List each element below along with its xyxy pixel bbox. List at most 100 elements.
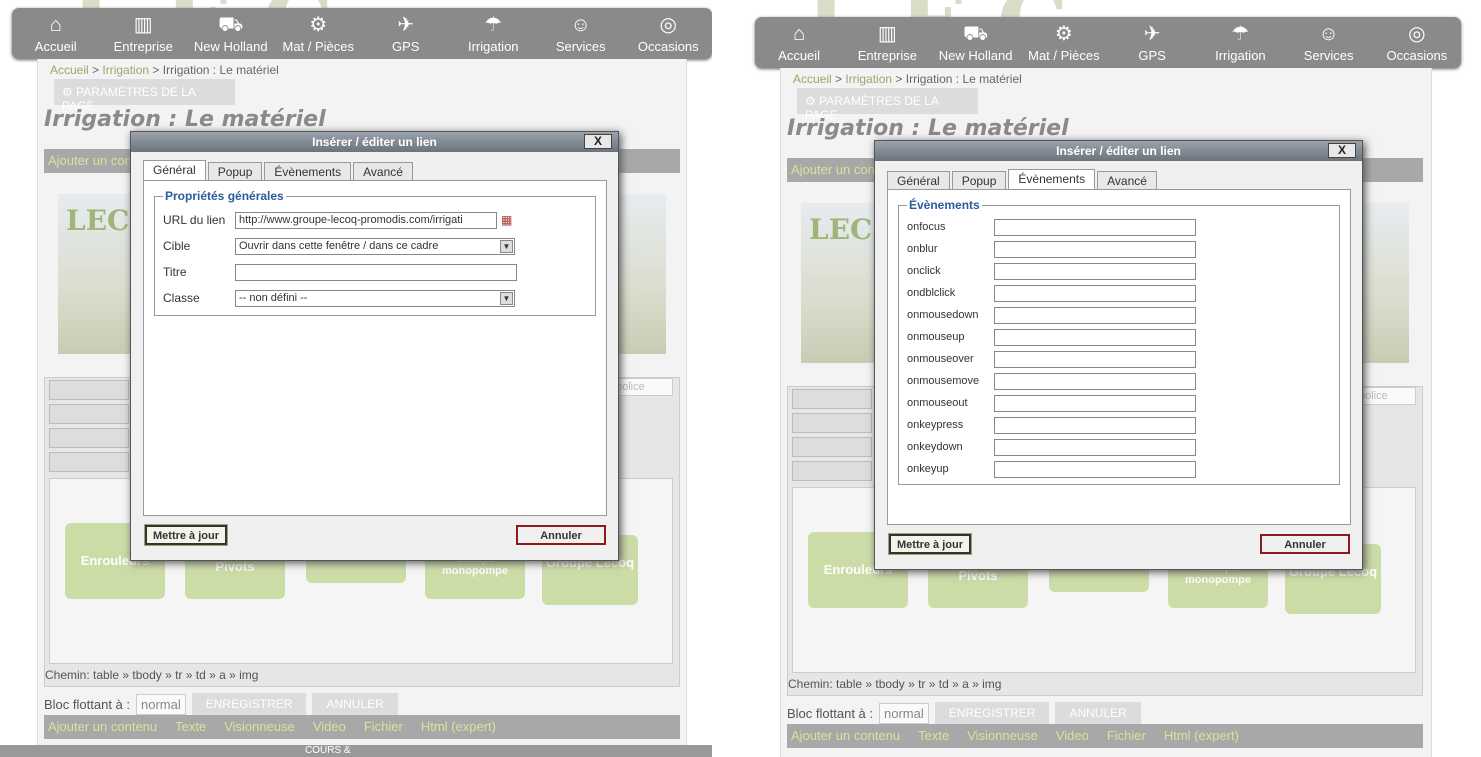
add-text[interactable]: Texte [175, 719, 206, 735]
close-icon[interactable]: X [584, 134, 612, 149]
nav-services[interactable]: ☺ Services [537, 8, 625, 59]
nav-entreprise[interactable]: ▥ Entreprise [100, 8, 188, 59]
onblur-input[interactable] [994, 240, 1196, 258]
nav-new-holland[interactable]: ⛟ New Holland [932, 17, 1020, 68]
float-select[interactable]: normal [136, 693, 186, 715]
toolbar-row-1[interactable] [49, 380, 129, 400]
add-file[interactable]: Fichier [364, 719, 403, 735]
font-select[interactable]: police [1356, 387, 1416, 405]
onmouseout-input[interactable] [994, 394, 1196, 412]
title-input[interactable] [235, 263, 517, 281]
tab-popup[interactable]: Popup [207, 162, 263, 180]
onmousemove-input[interactable] [994, 372, 1196, 390]
tab-events[interactable]: Évènements [264, 162, 352, 180]
onkeypress-input[interactable] [994, 416, 1196, 434]
nav-irrigation[interactable]: ☂ Irrigation [450, 8, 538, 59]
browse-icon[interactable]: ▦ [501, 213, 512, 227]
add-text[interactable]: Texte [918, 728, 949, 744]
nav-mat-pieces[interactable]: ⚙ Mat / Pièces [1020, 17, 1108, 68]
nav-gps[interactable]: ✈ GPS [362, 8, 450, 59]
save-button[interactable]: ENREGISTRER [191, 693, 307, 715]
right-screenshot: LEC ⌂Accueil ▥Entreprise ⛟New Holland ⚙M… [735, 0, 1481, 757]
onkeyup-input[interactable] [994, 460, 1196, 478]
nav-entreprise[interactable]: ▥ Entreprise [843, 17, 931, 68]
breadcrumb-home[interactable]: Accueil [793, 72, 832, 86]
nav-home[interactable]: ⌂ Accueil [755, 17, 843, 68]
left-screenshot: LEC ⌂Accueil ▥Entreprise ⛟New Holland ⚙M… [0, 0, 712, 757]
nav-occasions[interactable]: ◎ Occasions [1373, 17, 1461, 68]
toolbar-row-1[interactable] [792, 389, 872, 409]
tab-events[interactable]: Évènements [1008, 169, 1096, 189]
toolbar-row-4[interactable] [49, 452, 129, 472]
toolbar-row-3[interactable] [49, 428, 129, 448]
add-video[interactable]: Video [1056, 728, 1089, 744]
onkeydown-input[interactable] [994, 438, 1196, 456]
add-content-bar: Ajouter un contenu Texte Visionneuse Video F… [44, 715, 680, 739]
nav-gps[interactable]: ✈ GPS [1108, 17, 1196, 68]
irrigation-icon: ☂ [1231, 23, 1250, 45]
onfocus-input[interactable] [994, 218, 1196, 236]
events-panel: Évènements onfocus onblur onclick ondblc… [887, 189, 1351, 525]
toolbar-row-2[interactable] [792, 413, 872, 433]
add-html[interactable]: Html (expert) [421, 719, 496, 735]
add-viewer[interactable]: Visionneuse [967, 728, 1038, 744]
element-path: Chemin: table » tbody » tr » td » a » im… [788, 677, 1002, 691]
gear-icon: ⚙ [805, 94, 816, 108]
nav-irrigation[interactable]: ☂ Irrigation [1196, 17, 1284, 68]
class-select[interactable]: -- non défini -- ▼ [235, 289, 515, 307]
cancel-button[interactable]: Annuler [516, 525, 606, 545]
onmousedown-input[interactable] [994, 306, 1196, 324]
cancel-button[interactable]: Annuler [1260, 534, 1350, 554]
nav-new-holland[interactable]: ⛟ New Holland [187, 8, 275, 59]
update-button[interactable]: Mettre à jour [143, 524, 229, 546]
element-path: Chemin: table » tbody » tr » td » a » im… [45, 668, 259, 682]
float-select[interactable]: normal [879, 702, 929, 724]
add-viewer[interactable]: Visionneuse [224, 719, 295, 735]
breadcrumb: Accueil > Irrigation > Irrigation : Le m… [793, 72, 1022, 86]
banner-logo: LEC [809, 213, 873, 246]
target-select[interactable]: Ouvrir dans cette fenêtre / dans ce cadr… [235, 237, 515, 255]
breadcrumb-section[interactable]: Irrigation [102, 63, 149, 77]
breadcrumb-section[interactable]: Irrigation [845, 72, 892, 86]
breadcrumb-home[interactable]: Accueil [50, 63, 89, 77]
tag-icon: ◎ [1408, 23, 1426, 45]
cancel-page-button[interactable]: ANNULER [312, 693, 398, 715]
save-button[interactable]: ENREGISTRER [934, 702, 1050, 724]
add-video[interactable]: Video [313, 719, 346, 735]
toolbar-row-2[interactable] [49, 404, 129, 424]
building-icon: ▥ [133, 14, 153, 36]
link-dialog: Insérer / éditer un lien X Général Popup … [874, 140, 1363, 570]
home-icon: ⌂ [793, 23, 806, 45]
page-params-button[interactable]: ⚙ PARAMÈTRES DE LA PAGE [797, 88, 978, 122]
chevron-down-icon: ▼ [500, 239, 513, 253]
dialog-title: Insérer / éditer un lien X [875, 141, 1362, 161]
dialog-title: Insérer / éditer un lien X [131, 132, 618, 152]
cancel-page-button[interactable]: ANNULER [1055, 702, 1141, 724]
nav-occasions[interactable]: ◎ Occasions [625, 8, 713, 59]
page-title: Irrigation : Le matériel [787, 116, 1069, 141]
page-params-button[interactable]: ⚙ PARAMÈTRES DE LA PAGE [54, 79, 235, 113]
onclick-input[interactable] [994, 262, 1196, 280]
home-icon: ⌂ [49, 14, 62, 36]
satellite-icon: ✈ [1143, 23, 1161, 45]
tab-popup[interactable]: Popup [951, 171, 1007, 189]
toolbar-row-3[interactable] [792, 437, 872, 457]
nav-home[interactable]: ⌂ Accueil [12, 8, 100, 59]
tab-general[interactable]: Général [887, 171, 950, 189]
add-file[interactable]: Fichier [1107, 728, 1146, 744]
url-input[interactable]: http://www.groupe-lecoq-promodis.com/irr… [235, 211, 497, 229]
nav-mat-pieces[interactable]: ⚙ Mat / Pièces [275, 8, 363, 59]
tab-general[interactable]: Général [143, 160, 206, 180]
toolbar-row-4[interactable] [792, 461, 872, 481]
tab-advanced[interactable]: Avancé [1097, 171, 1157, 189]
ondblclick-input[interactable] [994, 284, 1196, 302]
nav-services[interactable]: ☺ Services [1285, 17, 1373, 68]
onmouseover-input[interactable] [994, 350, 1196, 368]
tab-advanced[interactable]: Avancé [353, 162, 413, 180]
font-select[interactable]: police [613, 378, 673, 396]
update-button[interactable]: Mettre à jour [887, 533, 973, 555]
onmouseup-input[interactable] [994, 328, 1196, 346]
close-icon[interactable]: X [1328, 143, 1356, 158]
building-icon: ▥ [877, 23, 897, 45]
add-html[interactable]: Html (expert) [1164, 728, 1239, 744]
